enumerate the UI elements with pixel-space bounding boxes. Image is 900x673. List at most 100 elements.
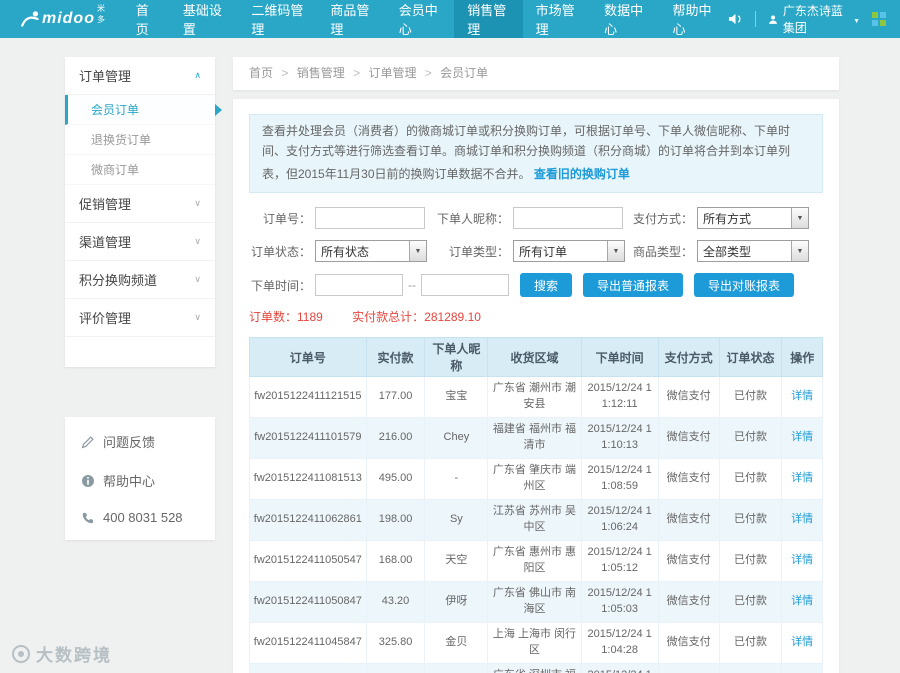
- time-cell: 2015/12/24 11:06:24: [580, 499, 659, 541]
- nav-item-basic-settings[interactable]: 基础设置: [170, 0, 238, 38]
- time-cell: 2015/12/24 11:08:59: [580, 458, 659, 501]
- status-cell: 已付款: [718, 376, 783, 419]
- sidebar-item-returns[interactable]: 退换货订单: [65, 125, 215, 155]
- order-no-input[interactable]: [315, 207, 425, 230]
- nickname-input[interactable]: [513, 207, 623, 230]
- status-cell: 已付款: [718, 499, 783, 541]
- chevron-down-icon: [853, 12, 860, 26]
- amount-cell: 216.00: [365, 417, 426, 460]
- status-select[interactable]: 所有状态: [315, 240, 427, 263]
- filter-form: 订单号： 下单人昵称： 支付方式： 所有方式 订单状态：: [249, 207, 823, 298]
- table-row: fw2015122411081513 495.00 - 广东省 肇庆市 端州区 …: [249, 458, 823, 501]
- nav-item-products[interactable]: 商品管理: [317, 0, 385, 38]
- breadcrumb: 首页 > 销售管理 > 订单管理 > 会员订单: [233, 57, 839, 90]
- order-no-cell: fw2015122411101579: [249, 417, 367, 460]
- sidebar-section-channel[interactable]: 渠道管理: [65, 223, 215, 261]
- product-type-select[interactable]: 全部类型: [697, 240, 809, 263]
- export-recon-button[interactable]: 导出对账报表: [694, 273, 795, 298]
- main-menu: 首页 基础设置 二维码管理 商品管理 会员中心 销售管理 市场管理 数据中心 帮…: [123, 0, 728, 38]
- detail-link[interactable]: 详情: [791, 595, 813, 607]
- nickname-cell: 天空: [424, 539, 489, 582]
- amount-cell: 198.00: [365, 499, 426, 541]
- col-time-header: 下单时间: [580, 337, 659, 378]
- col-action-header: 操作: [781, 337, 823, 378]
- sidebar-section-order-mgmt[interactable]: 订单管理: [65, 57, 215, 95]
- sidebar-item-member-orders[interactable]: 会员订单: [65, 95, 222, 125]
- time-from-input[interactable]: [315, 274, 403, 297]
- app-logo[interactable]: midoo 米多: [0, 0, 123, 38]
- section-label: 积分换购频道: [79, 273, 158, 288]
- detail-link[interactable]: 详情: [791, 513, 813, 525]
- col-status-header: 订单状态: [718, 337, 783, 378]
- sidebar-section-review[interactable]: 评价管理: [65, 299, 215, 337]
- detail-link[interactable]: 详情: [791, 472, 813, 484]
- chevron-down-icon: [194, 312, 201, 323]
- volume-icon[interactable]: [728, 12, 743, 26]
- search-button[interactable]: 搜索: [520, 273, 573, 298]
- status-cell: 已付款: [718, 662, 783, 673]
- payment-cell: 微信支付: [657, 580, 720, 623]
- breadcrumb-home[interactable]: 首页: [249, 66, 273, 80]
- divider: [754, 11, 756, 27]
- time-cell: 2015/12/24 11:05:03: [580, 580, 659, 623]
- nickname-label: 下单人昵称：: [436, 211, 509, 226]
- dropdown-arrow-icon: [791, 208, 808, 229]
- region-cell: 上海 上海市 闵行区: [487, 621, 582, 664]
- order-count-value: 1189: [297, 310, 323, 325]
- nav-item-market[interactable]: 市场管理: [523, 0, 591, 38]
- logo-figure-icon: [21, 11, 39, 27]
- section-label: 订单管理: [79, 69, 132, 84]
- nav-item-data-center[interactable]: 数据中心: [591, 0, 659, 38]
- sidebar-footer: 问题反馈 帮助中心 400 8031 528: [65, 417, 215, 540]
- dropdown-arrow-icon: [791, 241, 808, 262]
- payment-cell: 微信支付: [657, 621, 720, 664]
- amount-cell: 495.00: [365, 458, 426, 501]
- sidebar-section-points-redeem[interactable]: 积分换购频道: [65, 261, 215, 299]
- nav-item-help[interactable]: 帮助中心: [659, 0, 727, 38]
- sidebar-feedback[interactable]: 问题反馈: [65, 422, 215, 461]
- chevron-down-icon: [194, 198, 201, 209]
- detail-link[interactable]: 详情: [791, 390, 813, 402]
- user-menu[interactable]: 广东杰诗蓝集团: [768, 2, 860, 36]
- nav-item-sales[interactable]: 销售管理: [454, 0, 523, 38]
- apps-grid-icon[interactable]: [872, 12, 886, 26]
- detail-link[interactable]: 详情: [791, 636, 813, 648]
- payment-cell: 微信支付: [657, 417, 720, 460]
- sidebar-phone[interactable]: 400 8031 528: [65, 500, 215, 535]
- sidebar-item-wechat-orders[interactable]: 微商订单: [65, 155, 215, 185]
- sidebar-help-center[interactable]: 帮助中心: [65, 461, 215, 500]
- logo-suffix: 米多: [96, 4, 105, 24]
- region-cell: 广东省 佛山市 南海区: [487, 580, 582, 623]
- status-cell: 已付款: [718, 539, 783, 582]
- phone-number: 400 8031 528: [103, 510, 183, 525]
- watermark-logo-icon: [12, 644, 30, 663]
- type-label: 订单类型：: [448, 244, 509, 259]
- sidebar-section-promotion[interactable]: 促销管理: [65, 185, 215, 223]
- nav-item-qrcode[interactable]: 二维码管理: [238, 0, 317, 38]
- table-row: fw2015122411045847 325.80 金贝 上海 上海市 闵行区 …: [249, 621, 823, 664]
- nickname-cell: Sy: [424, 499, 489, 541]
- time-cell: 2015/12/24 11:04:11: [580, 662, 659, 673]
- payment-cell: 微信支付: [657, 499, 720, 541]
- detail-link[interactable]: 详情: [791, 431, 813, 443]
- amount-cell: 168.00: [365, 539, 426, 582]
- type-select[interactable]: 所有订单: [513, 240, 625, 263]
- chevron-down-icon: [194, 236, 201, 247]
- col-amount-header: 实付款: [365, 337, 426, 378]
- amount-cell: 177.00: [365, 376, 426, 419]
- detail-link[interactable]: 详情: [791, 554, 813, 566]
- breadcrumb-order-mgmt[interactable]: 订单管理: [368, 66, 416, 80]
- nav-item-members[interactable]: 会员中心: [386, 0, 454, 38]
- export-normal-button[interactable]: 导出普通报表: [583, 273, 684, 298]
- section-label: 评价管理: [79, 311, 132, 326]
- product-type-label: 商品类型：: [632, 244, 693, 259]
- status-cell: 已付款: [718, 417, 783, 460]
- time-to-input[interactable]: [421, 274, 509, 297]
- payment-select[interactable]: 所有方式: [697, 207, 809, 230]
- breadcrumb-sales[interactable]: 销售管理: [297, 66, 345, 80]
- table-row: fw2015122411062861 198.00 Sy 江苏省 苏州市 吴中区…: [249, 499, 823, 541]
- old-redeem-orders-link[interactable]: 查看旧的换购订单: [534, 165, 630, 185]
- status-cell: 已付款: [718, 458, 783, 501]
- nav-item-home[interactable]: 首页: [123, 0, 170, 38]
- col-region-header: 收货区域: [487, 337, 582, 378]
